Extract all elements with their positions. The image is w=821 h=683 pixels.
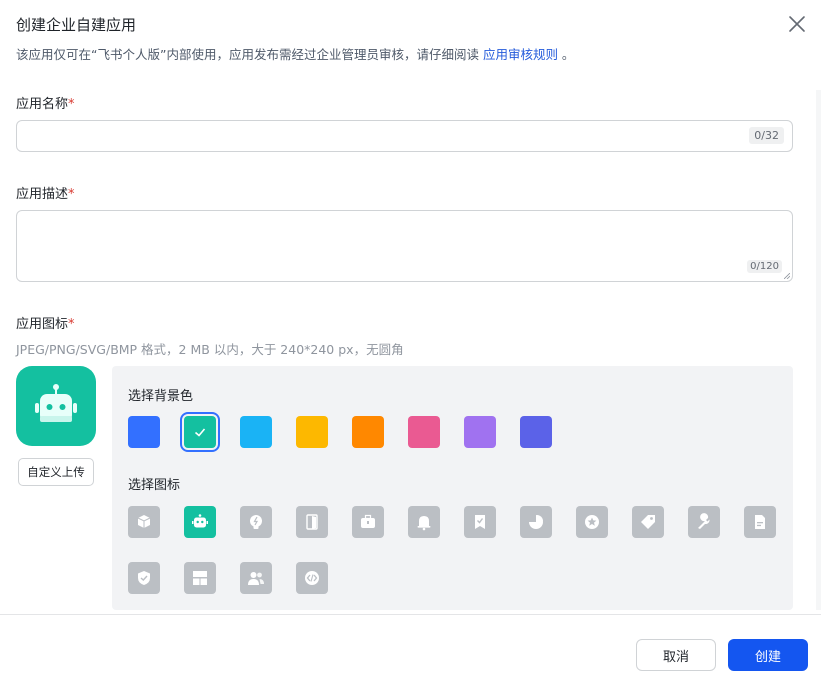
robot-icon (35, 384, 77, 422)
color-swatch[interactable] (352, 416, 384, 448)
robot-icon (192, 514, 208, 528)
layout-icon (193, 571, 207, 585)
dialog-title: 创建企业自建应用 (16, 16, 137, 34)
icon-option[interactable] (576, 506, 608, 538)
review-rules-link[interactable]: 应用审核规则 (483, 47, 558, 62)
scrollbar[interactable] (816, 90, 821, 610)
shield-check-icon (138, 571, 150, 585)
footer-divider (0, 614, 821, 615)
icon-option[interactable] (128, 506, 160, 538)
color-swatch[interactable] (128, 416, 160, 448)
app-icon-preview (16, 366, 96, 446)
tag-icon (641, 515, 655, 529)
wrench-icon (698, 513, 710, 529)
icon-option[interactable] (240, 562, 272, 594)
create-button[interactable]: 创建 (728, 639, 808, 671)
bell-icon (417, 516, 431, 531)
close-icon[interactable] (787, 14, 807, 34)
notice-suffix: 。 (557, 47, 575, 62)
name-char-counter: 0/32 (749, 127, 784, 144)
code-icon (305, 571, 319, 585)
icon-option[interactable] (744, 506, 776, 538)
color-swatch[interactable] (240, 416, 272, 448)
required-mark: * (68, 317, 75, 332)
icon-picker-panel: 选择背景色 选择图标 (112, 366, 793, 610)
notice-body: 该应用仅可在“飞书个人版”内部使用，应用发布需经过企业管理员审核，请仔细阅读 (16, 47, 483, 62)
icon-option[interactable] (184, 562, 216, 594)
app-desc-label-text: 应用描述 (16, 187, 69, 202)
custom-upload-button[interactable]: 自定义上传 (18, 458, 94, 486)
color-swatch[interactable] (520, 416, 552, 448)
notice-text: 该应用仅可在“飞书个人版”内部使用，应用发布需经过企业管理员审核，请仔细阅读 应… (16, 44, 574, 63)
color-swatch[interactable] (180, 412, 220, 452)
cube-icon (137, 515, 151, 528)
check-icon (194, 428, 206, 437)
icon-option[interactable] (296, 562, 328, 594)
app-desc-label: 应用描述* (16, 183, 75, 202)
bg-color-title: 选择背景色 (128, 389, 194, 404)
color-swatch[interactable] (408, 416, 440, 448)
color-swatch[interactable] (296, 416, 328, 448)
icon-option[interactable] (128, 562, 160, 594)
icon-option[interactable] (464, 506, 496, 538)
desc-char-counter: 0/120 (747, 260, 782, 273)
app-name-label: 应用名称* (16, 93, 75, 112)
color-swatch[interactable] (464, 416, 496, 448)
icon-option[interactable] (408, 506, 440, 538)
icon-choice-title: 选择图标 (128, 478, 181, 493)
briefcase-icon (361, 514, 375, 528)
resize-handle-icon[interactable] (784, 273, 790, 279)
door-icon (306, 514, 318, 530)
star-badge-icon (585, 515, 599, 529)
required-mark: * (68, 97, 75, 112)
app-name-label-text: 应用名称 (16, 97, 69, 112)
icon-option[interactable] (632, 506, 664, 538)
icon-option[interactable] (240, 506, 272, 538)
lightbulb-icon (250, 515, 262, 529)
bookmark-check-icon (475, 515, 485, 529)
app-icon-label-text: 应用图标 (16, 317, 69, 332)
create-app-dialog: 创建企业自建应用 该应用仅可在“飞书个人版”内部使用，应用发布需经过企业管理员审… (0, 0, 821, 683)
pie-chart-icon (529, 515, 543, 529)
icon-option[interactable] (296, 506, 328, 538)
icon-option[interactable] (352, 506, 384, 538)
app-name-input[interactable]: 0/32 (16, 120, 793, 152)
icon-format-hint: JPEG/PNG/SVG/BMP 格式，2 MB 以内，大于 240*240 p… (16, 342, 404, 357)
icon-option[interactable] (184, 506, 216, 538)
app-desc-textarea[interactable]: 0/120 (16, 210, 793, 282)
cancel-button[interactable]: 取消 (636, 639, 716, 671)
document-icon (755, 515, 765, 529)
app-icon-label: 应用图标* (16, 313, 75, 332)
icon-option[interactable] (520, 506, 552, 538)
icon-option[interactable] (688, 506, 720, 538)
required-mark: * (68, 187, 75, 202)
people-icon (248, 572, 264, 585)
